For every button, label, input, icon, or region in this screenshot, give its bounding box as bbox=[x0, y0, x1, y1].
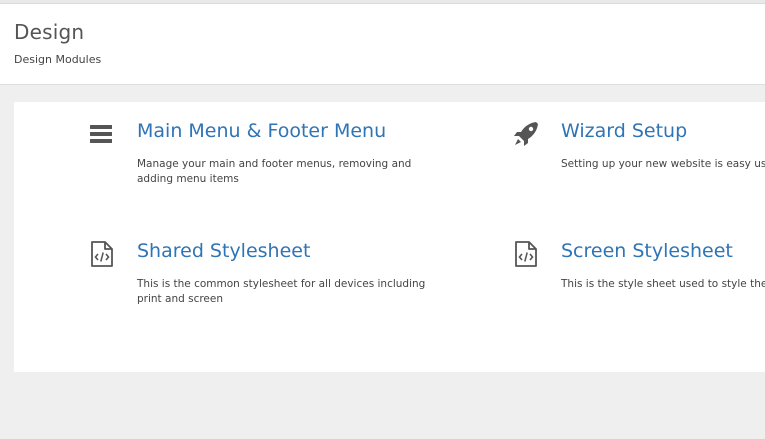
module-description: This is the common stylesheet for all de… bbox=[137, 278, 426, 305]
module-description: This is the style sheet used to style th… bbox=[561, 278, 765, 290]
page-header: Design Design Modules bbox=[0, 4, 765, 85]
module-title-link[interactable]: Shared Stylesheet bbox=[137, 240, 310, 262]
code-file-icon bbox=[512, 240, 540, 268]
module-title-link[interactable]: Screen Stylesheet bbox=[561, 240, 733, 262]
hamburger-menu-icon bbox=[88, 120, 116, 148]
module-title-link[interactable]: Wizard Setup bbox=[561, 120, 687, 142]
rocket-icon bbox=[512, 120, 540, 148]
breadcrumb: Design Modules bbox=[14, 53, 102, 66]
module-description: Setting up your new website is easy usir bbox=[561, 158, 765, 170]
page-title: Design bbox=[14, 20, 85, 44]
module-title-link[interactable]: Main Menu & Footer Menu bbox=[137, 120, 386, 142]
module-description: Manage your main and footer menus, remov… bbox=[137, 158, 412, 185]
modules-panel: Main Menu & Footer Menu Manage your main… bbox=[14, 102, 765, 372]
code-file-icon bbox=[88, 240, 116, 268]
